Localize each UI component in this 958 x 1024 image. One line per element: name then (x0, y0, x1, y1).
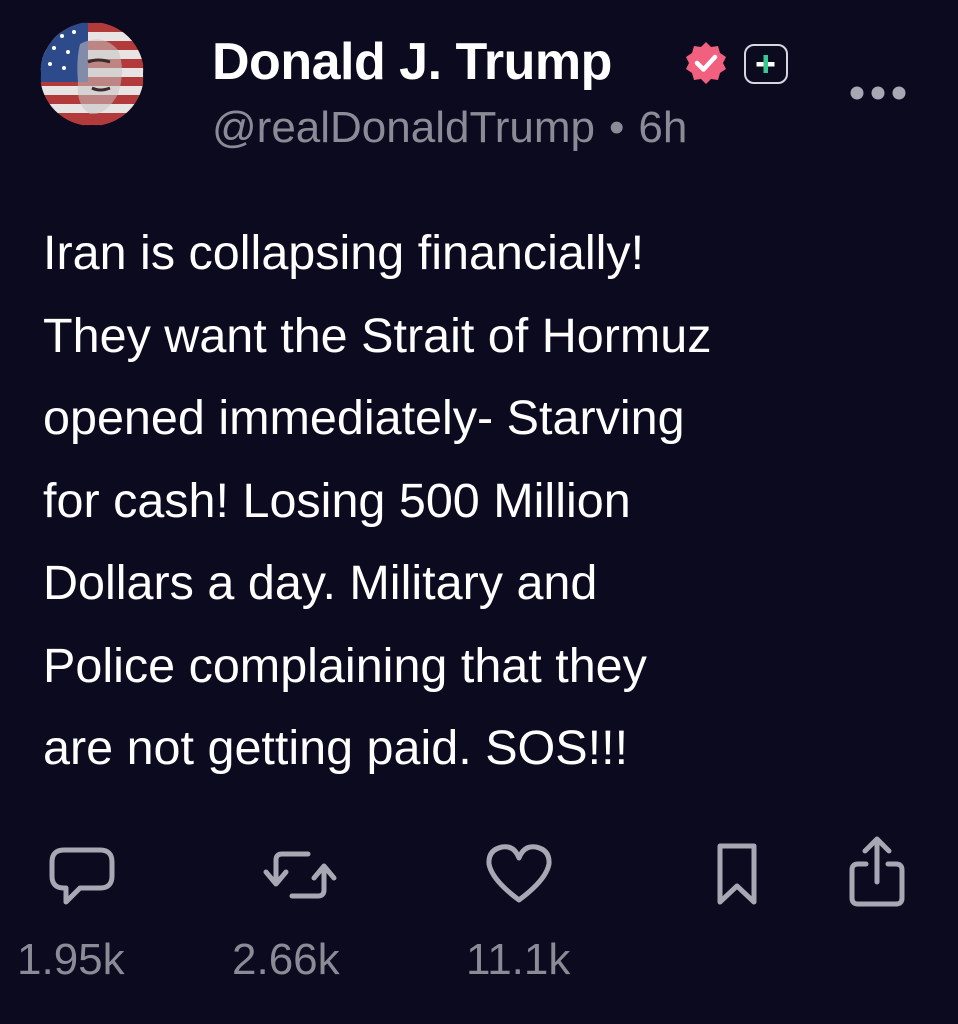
share-icon (849, 836, 905, 907)
author-handle[interactable]: @realDonaldTrump (212, 103, 595, 152)
post-container: Donald J. Trump @realDonaldTrump • 6h Iran… (0, 0, 958, 1024)
post-timestamp[interactable]: 6h (638, 103, 687, 152)
bookmark-icon (717, 843, 757, 905)
post-actions-bar: 1.95k 2.66k 11.1k (0, 820, 958, 1000)
repost-icon (263, 851, 337, 899)
heart-icon (486, 844, 552, 903)
reply-count: 1.95k (17, 935, 125, 984)
bookmark-button[interactable] (712, 840, 762, 908)
like-button[interactable] (484, 842, 554, 906)
post-body: Iran is collapsing financially! They wan… (43, 226, 712, 775)
dot-separator: • (608, 103, 625, 152)
reply-icon (49, 847, 115, 905)
author-avatar[interactable] (40, 22, 144, 126)
flag-portrait-avatar-icon (40, 22, 144, 126)
author-handle-line: @realDonaldTrump • 6h (212, 100, 687, 156)
plus-badge-icon (744, 44, 788, 84)
repost-button[interactable] (262, 842, 338, 908)
more-horizontal-icon[interactable] (846, 80, 910, 106)
verified-badge-icon (683, 40, 729, 86)
reply-button[interactable] (46, 840, 118, 912)
share-button[interactable] (846, 834, 908, 910)
like-count: 11.1k (466, 935, 571, 984)
repost-count: 2.66k (232, 935, 340, 984)
author-display-name[interactable]: Donald J. Trump (212, 30, 612, 94)
